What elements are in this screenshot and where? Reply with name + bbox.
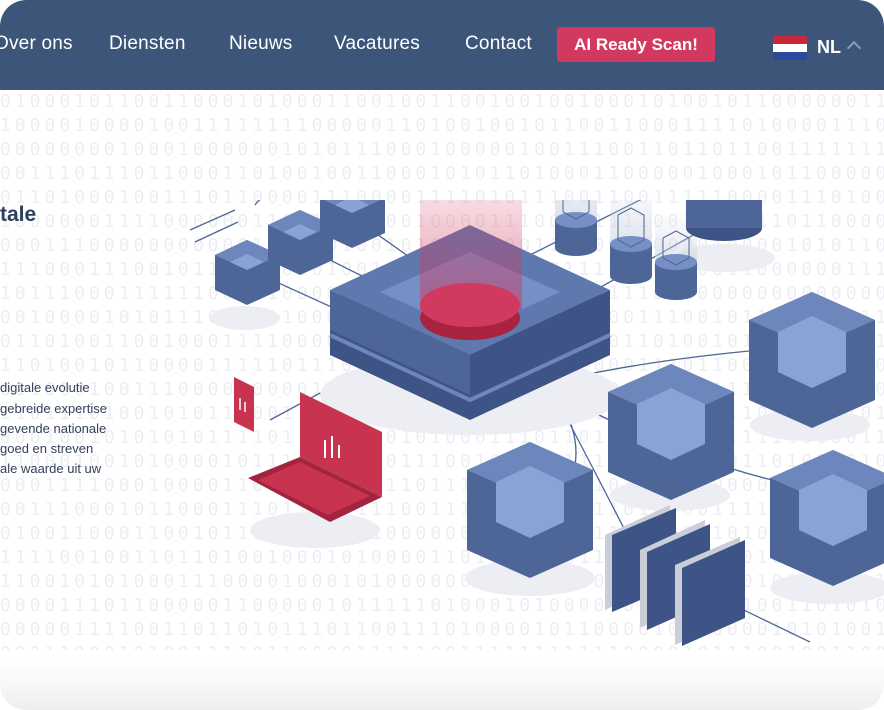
database-cylinder-icon [686, 200, 762, 241]
large-cube-icon [608, 364, 734, 500]
hero-text-line: gebreide expertise [0, 401, 107, 416]
hero-title: tale [0, 203, 37, 226]
nav-link-over-ons[interactable]: Over ons [0, 33, 73, 55]
hero-text-line: ale waarde uit uw [0, 461, 102, 476]
hero-section: 0100010110011000101000110010011001001001… [0, 90, 884, 710]
nav-link-diensten[interactable]: Diensten [109, 33, 186, 55]
chevron-up-icon [846, 40, 862, 56]
hero-text-line: gevende nationale [0, 421, 107, 436]
large-cube-icon [770, 450, 884, 586]
hero-text-line: digitale evolutie [0, 380, 90, 395]
browser-frame: Over ons Diensten Nieuws Vacatures Conta… [0, 0, 884, 710]
database-stack-icon [555, 200, 597, 256]
large-cube-icon [467, 442, 593, 578]
large-cube-icon [749, 292, 875, 428]
ai-ready-scan-button[interactable]: AI Ready Scan! [557, 27, 715, 62]
database-stack-icon [610, 200, 652, 284]
bottom-fade [0, 662, 884, 710]
network-illustration [189, 200, 884, 646]
nav-link-nieuws[interactable]: Nieuws [229, 33, 293, 55]
top-navbar: Over ons Diensten Nieuws Vacatures Conta… [0, 0, 884, 90]
language-code: NL [817, 37, 841, 57]
netherlands-flag-icon [773, 36, 807, 60]
nav-link-vacatures[interactable]: Vacatures [334, 33, 420, 55]
hero-text-line: goed en streven [0, 441, 94, 456]
panel-stack-icon [605, 505, 745, 646]
nav-link-contact[interactable]: Contact [465, 33, 532, 55]
